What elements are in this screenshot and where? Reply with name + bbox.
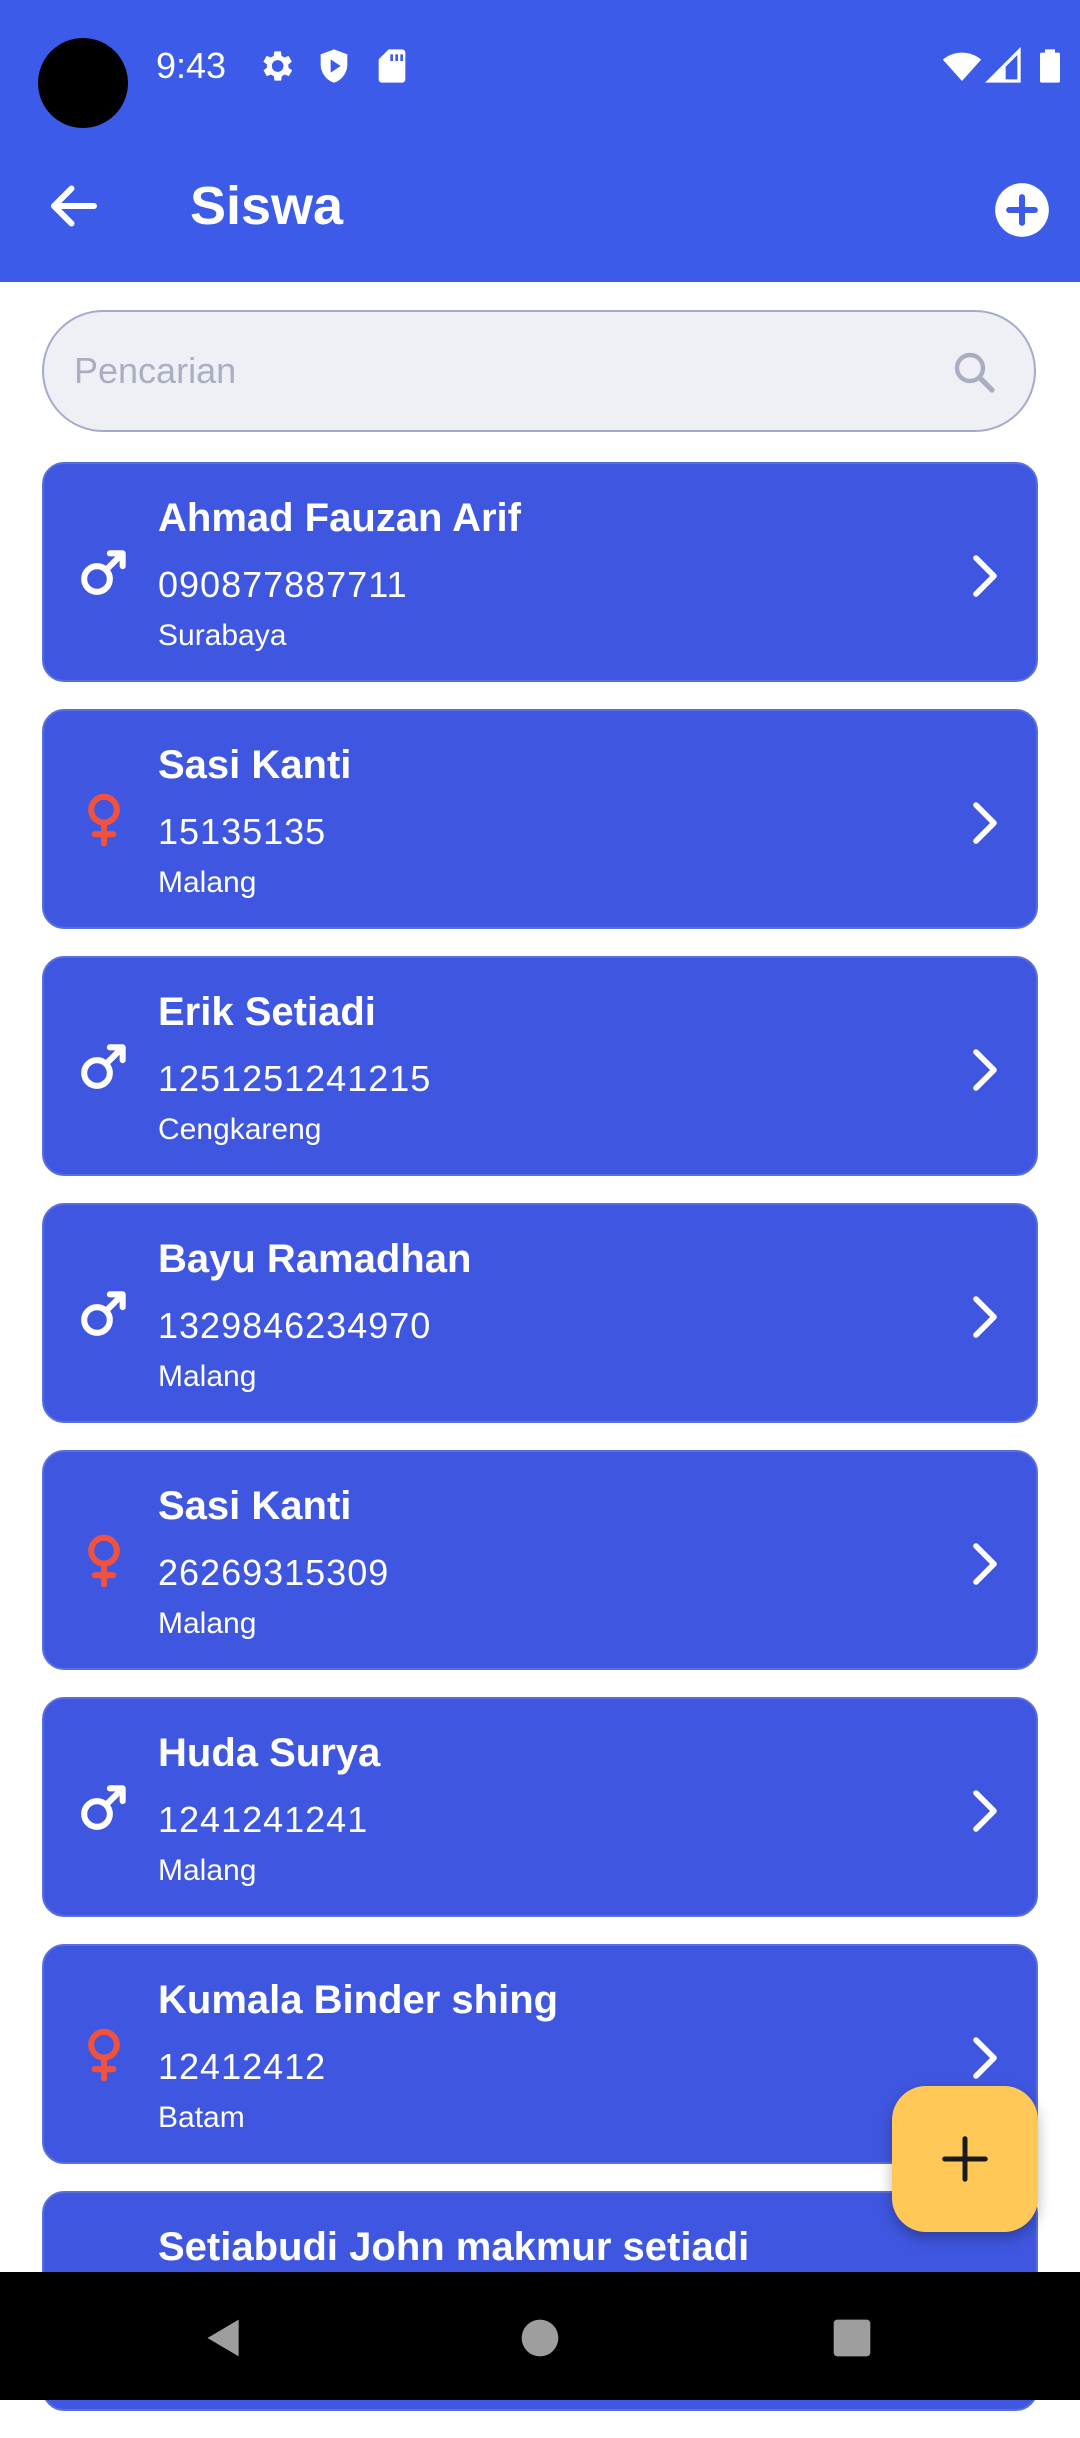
student-city: Malang — [158, 866, 257, 899]
female-icon — [88, 1534, 120, 1588]
student-name: Setiabudi John makmur setiadi — [158, 2225, 750, 2269]
student-city: Malang — [158, 1607, 257, 1640]
student-name: Bayu Ramadhan — [158, 1237, 472, 1281]
chevron-right-icon — [973, 1049, 997, 1091]
chevron-right-icon — [973, 1543, 997, 1585]
student-name: Sasi Kanti — [158, 1484, 352, 1528]
student-city: Surabaya — [158, 619, 287, 652]
student-name: Ahmad Fauzan Arif — [158, 496, 521, 540]
nav-back-button[interactable] — [202, 2316, 246, 2360]
male-icon — [81, 1291, 126, 1336]
female-icon — [88, 793, 120, 847]
chevron-right-icon — [973, 2037, 997, 2079]
search-input[interactable] — [74, 312, 954, 430]
plus-icon — [942, 2136, 988, 2182]
signal-icon — [984, 46, 1021, 83]
add-student-fab[interactable] — [892, 2086, 1038, 2232]
status-bar: 9:43 — [0, 0, 1080, 130]
settings-icon — [263, 51, 293, 81]
chevron-right-icon — [973, 802, 997, 844]
status-time: 9:43 — [156, 45, 227, 86]
chevron-right-icon — [973, 1790, 997, 1832]
student-card[interactable]: Sasi Kanti 26269315309 Malang — [42, 1450, 1038, 1670]
student-city: Malang — [158, 1360, 257, 1393]
student-card[interactable]: Kumala Binder shing 12412412 Batam — [42, 1944, 1038, 2164]
add-circle-button[interactable] — [994, 182, 1050, 238]
student-city: Batam — [158, 2101, 245, 2134]
battery-icon — [1040, 49, 1060, 83]
student-nis: 1329846234970 — [158, 1305, 432, 1346]
student-nis: 1251251241215 — [158, 1058, 432, 1099]
shield-play-icon — [320, 49, 348, 83]
student-name: Sasi Kanti — [158, 743, 352, 787]
chevron-right-icon — [973, 555, 997, 597]
student-nis: 12412412 — [158, 2046, 327, 2087]
camera-cutout — [38, 38, 128, 128]
student-card[interactable]: Ahmad Fauzan Arif 090877887711 Surabaya — [42, 462, 1038, 682]
student-nis: 26269315309 — [158, 1552, 390, 1593]
app-bar: Siswa — [0, 130, 1080, 282]
student-nis: 1241241241 — [158, 1799, 369, 1840]
system-nav-bar — [0, 2272, 1080, 2400]
student-name: Huda Surya — [158, 1731, 381, 1775]
chevron-right-icon — [973, 1296, 997, 1338]
student-city: Malang — [158, 1854, 257, 1887]
nav-recents-button[interactable] — [830, 2316, 874, 2360]
student-list: Ahmad Fauzan Arif 090877887711 Surabaya … — [42, 462, 1038, 2438]
search-bar — [42, 310, 1036, 432]
male-icon — [81, 550, 126, 595]
student-card[interactable]: Erik Setiadi 1251251241215 Cengkareng — [42, 956, 1038, 1176]
male-icon — [81, 1044, 126, 1089]
student-nis: 15135135 — [158, 811, 327, 852]
student-name: Erik Setiadi — [158, 990, 376, 1034]
back-button[interactable] — [44, 176, 104, 236]
female-icon — [88, 2028, 120, 2082]
wifi-icon — [942, 52, 982, 81]
student-card[interactable]: Huda Surya 1241241241 Malang — [42, 1697, 1038, 1917]
sd-card-icon — [378, 49, 406, 83]
male-icon — [81, 1785, 126, 1830]
search-icon[interactable] — [950, 348, 998, 396]
student-card[interactable]: Sasi Kanti 15135135 Malang — [42, 709, 1038, 929]
student-nis: 090877887711 — [158, 564, 408, 605]
student-city: Cengkareng — [158, 1113, 322, 1146]
student-card[interactable]: Bayu Ramadhan 1329846234970 Malang — [42, 1203, 1038, 1423]
nav-home-button[interactable] — [518, 2316, 562, 2360]
page-title: Siswa — [190, 176, 344, 236]
student-name: Kumala Binder shing — [158, 1978, 559, 2022]
